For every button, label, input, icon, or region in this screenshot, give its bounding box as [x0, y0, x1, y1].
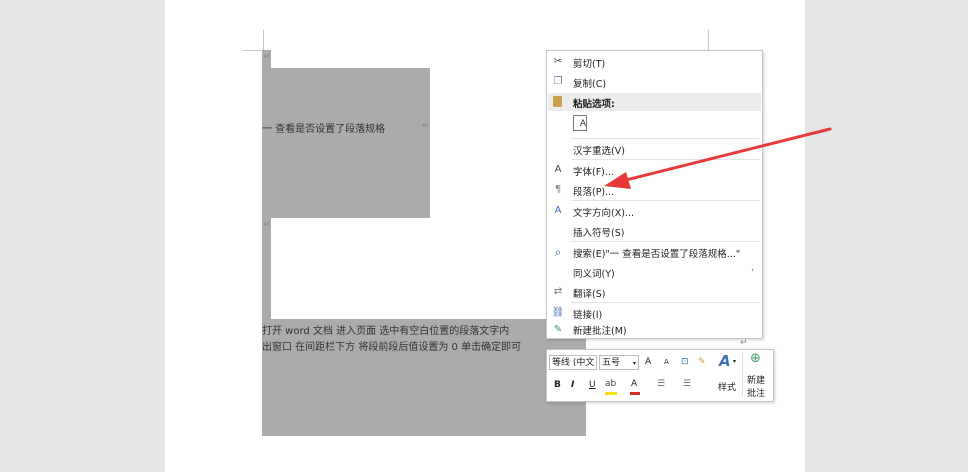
annotation-arrow	[604, 127, 832, 189]
